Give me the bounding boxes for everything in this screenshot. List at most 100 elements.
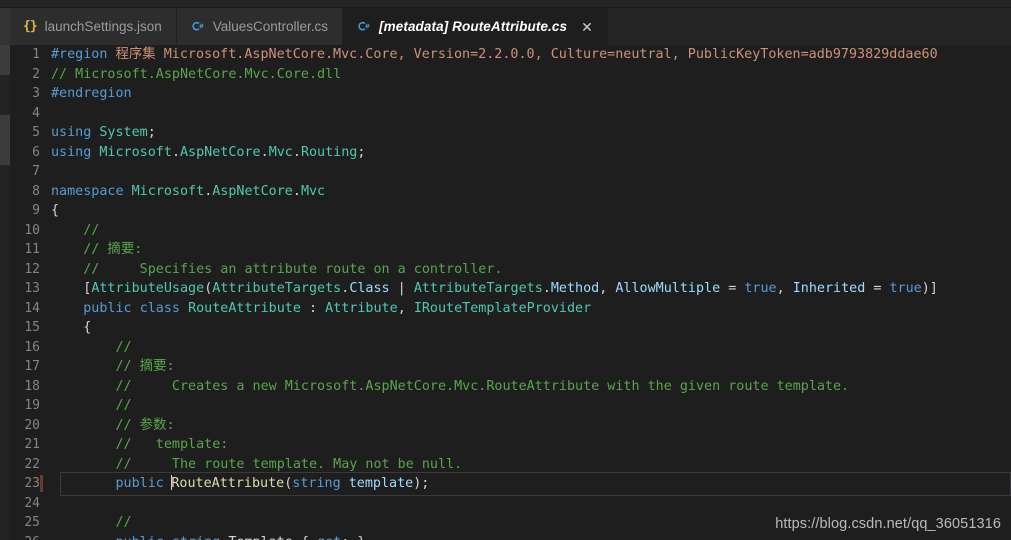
line-number: 20 bbox=[24, 417, 40, 433]
watermark-url: https://blog.csdn.net/qq_36051316 bbox=[775, 516, 1001, 532]
code-line-text[interactable]: #region 程序集 Microsoft.AspNetCore.Mvc.Cor… bbox=[50, 45, 1011, 65]
overview-rail-block-1[interactable] bbox=[0, 45, 10, 75]
tab-label: launchSettings.json bbox=[44, 18, 162, 34]
code-token-param: AllowMultiple bbox=[615, 281, 721, 296]
code-line-text[interactable]: // The route template. May not be null. bbox=[50, 455, 1011, 475]
code-line[interactable]: 4 bbox=[10, 104, 1011, 124]
code-line-current[interactable]: 23 public RouteAttribute(string template… bbox=[10, 472, 1011, 495]
code-token-cmt: // Specifies an attribute route on a con… bbox=[51, 261, 503, 277]
editor-tab-1[interactable]: {} launchSettings.json bbox=[10, 8, 177, 45]
code-line[interactable]: 1 #region 程序集 Microsoft.AspNetCore.Mvc.Co… bbox=[10, 45, 1011, 65]
code-line[interactable]: 3 #endregion bbox=[10, 84, 1011, 104]
code-editor[interactable]: 1 #region 程序集 Microsoft.AspNetCore.Mvc.Co… bbox=[0, 45, 1011, 540]
code-line[interactable]: 14 public class RouteAttribute : Attribu… bbox=[10, 299, 1011, 319]
code-line-text[interactable]: [AttributeUsage(AttributeTargets.Class |… bbox=[50, 279, 1011, 299]
code-token-plain: { bbox=[51, 203, 60, 218]
code-line[interactable]: 5 using System; bbox=[10, 123, 1011, 143]
code-token-cmt: // bbox=[51, 222, 100, 238]
overview-rail-block-2[interactable] bbox=[0, 115, 10, 165]
code-token-type: System bbox=[99, 125, 148, 140]
code-line-text[interactable]: public class RouteAttribute : Attribute,… bbox=[50, 299, 1011, 319]
code-line[interactable]: 16 // bbox=[10, 338, 1011, 358]
code-line[interactable]: 21 // template: bbox=[10, 435, 1011, 455]
editor-overview-rail[interactable] bbox=[0, 45, 10, 540]
line-number: 9 bbox=[32, 203, 40, 218]
code-token-plain: { bbox=[51, 320, 92, 335]
editor-tab-3-active[interactable]: [metadata] RouteAttribute.cs ✕ bbox=[343, 8, 608, 45]
window-top-strip bbox=[0, 0, 1011, 8]
code-line-text[interactable]: { bbox=[50, 201, 1011, 221]
code-token-plain: . bbox=[542, 281, 551, 296]
code-line-text[interactable]: public RouteAttribute(string template); bbox=[40, 472, 1011, 495]
code-content[interactable]: 1 #region 程序集 Microsoft.AspNetCore.Mvc.Co… bbox=[10, 45, 1011, 540]
code-line[interactable]: 26 public string Template { get; } bbox=[10, 533, 1011, 540]
code-token-plain: . bbox=[260, 144, 269, 160]
code-line[interactable]: 19 // bbox=[10, 396, 1011, 416]
line-number: 21 bbox=[24, 437, 40, 452]
line-number: 12 bbox=[24, 261, 40, 277]
tab-close-icon[interactable]: ✕ bbox=[581, 20, 593, 34]
code-token-type: Mvc bbox=[300, 183, 326, 199]
code-line-text[interactable]: using Microsoft.AspNetCore.Mvc.Routing; bbox=[50, 143, 1011, 163]
code-token-plain: = bbox=[720, 281, 745, 296]
code-line[interactable]: 24 bbox=[10, 494, 1011, 514]
code-line[interactable]: 7 bbox=[10, 162, 1011, 182]
code-line[interactable]: 17 // 摘要: bbox=[10, 357, 1011, 377]
code-token-method: RouteAttribute bbox=[171, 476, 285, 491]
code-token-plain: ; bbox=[147, 125, 156, 140]
code-line-text[interactable]: #endregion bbox=[50, 84, 1011, 104]
code-line[interactable]: 11 // 摘要: bbox=[10, 240, 1011, 260]
tab-label: ValuesController.cs bbox=[212, 18, 329, 34]
code-line[interactable]: 15 { bbox=[10, 318, 1011, 338]
code-line[interactable]: 9{ bbox=[10, 201, 1011, 221]
code-line[interactable]: 13 [AttributeUsage(AttributeTargets.Clas… bbox=[10, 279, 1011, 299]
line-number: 2 bbox=[32, 66, 40, 82]
code-line-text[interactable]: namespace Microsoft.AspNetCore.Mvc bbox=[50, 182, 1011, 202]
code-line-text[interactable]: // bbox=[50, 396, 1011, 416]
code-line[interactable]: 8 namespace Microsoft.AspNetCore.Mvc bbox=[10, 182, 1011, 202]
code-token-cmt: // Microsoft.AspNetCore.Mvc.Core.dll bbox=[51, 66, 342, 82]
editor-tab-2[interactable]: ValuesController.cs bbox=[176, 8, 344, 45]
code-line-text[interactable]: { bbox=[50, 318, 1011, 338]
code-line[interactable]: 22 // The route template. May not be nul… bbox=[10, 455, 1011, 475]
code-line-text[interactable]: // 摘要: bbox=[50, 240, 1011, 260]
code-line[interactable]: 12 // Specifies an attribute route on a … bbox=[10, 260, 1011, 280]
code-line[interactable]: 20 // 参数: bbox=[10, 416, 1011, 436]
code-line-text[interactable]: // Specifies an attribute route on a con… bbox=[50, 260, 1011, 280]
code-token-cmt: // bbox=[51, 515, 132, 530]
code-token-key: class bbox=[139, 300, 180, 316]
code-line-text[interactable]: using System; bbox=[50, 123, 1011, 143]
line-number: 14 bbox=[24, 300, 40, 316]
line-number: 22 bbox=[24, 456, 40, 472]
line-number: 1 bbox=[32, 47, 40, 62]
code-line-text[interactable]: // Microsoft.AspNetCore.Mvc.Core.dll bbox=[50, 65, 1011, 85]
line-number: 6 bbox=[32, 144, 40, 160]
line-number: 3 bbox=[32, 86, 40, 101]
code-token-param: Method bbox=[550, 281, 600, 296]
code-line-text[interactable]: // bbox=[50, 338, 1011, 358]
code-line-text[interactable]: // Creates a new Microsoft.AspNetCore.Mv… bbox=[50, 377, 1011, 397]
line-number: 7 bbox=[32, 164, 40, 179]
code-line-text[interactable]: public string Template { get; } bbox=[50, 533, 1011, 540]
code-token-cmt: // Creates a new Microsoft.AspNetCore.Mv… bbox=[51, 378, 850, 394]
code-token-type: Microsoft bbox=[131, 183, 205, 199]
code-token-cmt: // 摘要: bbox=[51, 242, 143, 257]
line-number: 25 bbox=[24, 515, 40, 530]
code-token-plain: = bbox=[865, 281, 890, 296]
code-token-plain: , bbox=[776, 281, 793, 296]
code-line-text[interactable]: // template: bbox=[50, 435, 1011, 455]
code-line-text[interactable]: // 参数: bbox=[50, 416, 1011, 436]
code-line-text[interactable]: // bbox=[50, 221, 1011, 241]
code-line[interactable]: 10 // bbox=[10, 221, 1011, 241]
code-token-pp: #endregion bbox=[51, 86, 132, 101]
code-token-cmt: // bbox=[51, 398, 132, 413]
code-token-param: Inherited bbox=[792, 281, 866, 296]
code-line[interactable]: 18 // Creates a new Microsoft.AspNetCore… bbox=[10, 377, 1011, 397]
code-token-cmt: // 参数: bbox=[51, 417, 175, 433]
code-line[interactable]: 6 using Microsoft.AspNetCore.Mvc.Routing; bbox=[10, 143, 1011, 163]
code-line-text[interactable]: // 摘要: bbox=[50, 357, 1011, 377]
code-token-cmt: // The route template. May not be null. bbox=[51, 456, 463, 472]
code-token-plain: ; bbox=[357, 144, 366, 160]
code-line[interactable]: 2 // Microsoft.AspNetCore.Mvc.Core.dll bbox=[10, 65, 1011, 85]
